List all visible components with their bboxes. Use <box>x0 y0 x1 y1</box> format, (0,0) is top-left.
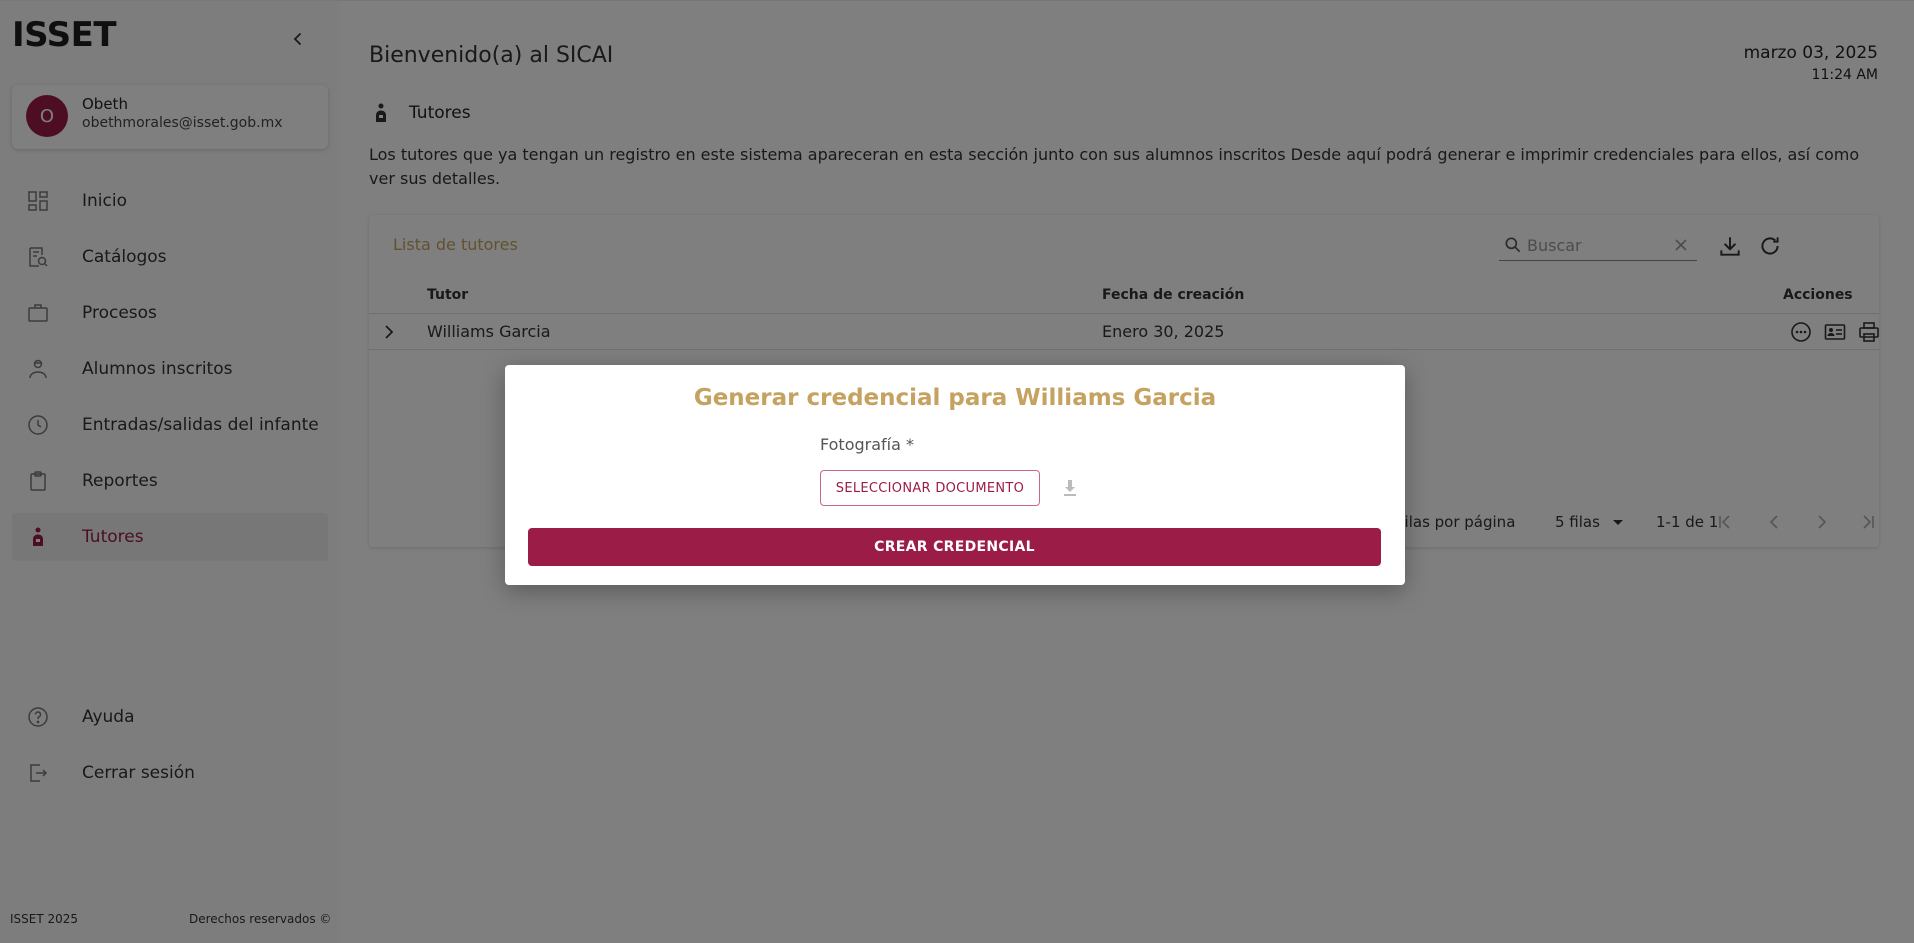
app-window: ISSET O Obeth obethmorales@isset.gob.mx … <box>0 0 1914 943</box>
select-document-button[interactable]: SELECCIONAR DOCUMENTO <box>820 470 1040 506</box>
download-document-icon[interactable] <box>1059 477 1081 499</box>
dialog-title: Generar credencial para Williams Garcia <box>693 385 1217 411</box>
create-credential-button[interactable]: CREAR CREDENCIAL <box>528 528 1381 566</box>
generate-credential-dialog: Generar credencial para Williams Garcia … <box>505 365 1405 585</box>
photo-field-label: Fotografía * <box>820 435 914 454</box>
